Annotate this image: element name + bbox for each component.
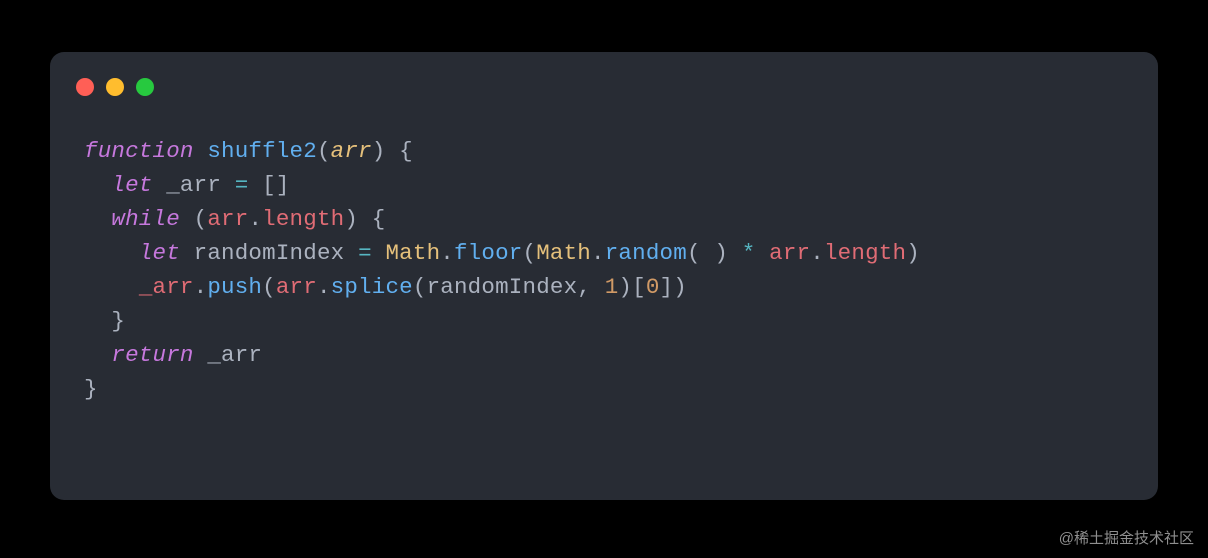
window-maximize-icon[interactable]	[136, 78, 154, 96]
keyword-while: while	[111, 206, 180, 232]
var-randomIndex: randomIndex	[427, 274, 578, 300]
window-traffic-lights	[76, 78, 154, 96]
call-splice: splice	[331, 274, 413, 300]
keyword-function: function	[84, 138, 194, 164]
keyword-let: let	[111, 172, 152, 198]
watermark-text: @稀土掘金技术社区	[1059, 527, 1194, 548]
code-content: function shuffle2(arr) { let _arr = [] w…	[84, 134, 1132, 406]
keyword-let: let	[139, 240, 180, 266]
call-push: push	[207, 274, 262, 300]
prop-length: length	[262, 206, 344, 232]
var-arr: arr	[276, 274, 317, 300]
function-name: shuffle2	[207, 138, 317, 164]
var-randomIndex: randomIndex	[194, 240, 345, 266]
var-_arr: _arr	[207, 342, 262, 368]
var-arr: arr	[207, 206, 248, 232]
class-Math: Math	[536, 240, 591, 266]
call-floor: floor	[454, 240, 523, 266]
prop-length: length	[824, 240, 906, 266]
window-close-icon[interactable]	[76, 78, 94, 96]
number-0: 0	[646, 274, 660, 300]
keyword-return: return	[111, 342, 193, 368]
code-editor-window: function shuffle2(arr) { let _arr = [] w…	[50, 52, 1158, 500]
var-arr: arr	[769, 240, 810, 266]
param-arr: arr	[331, 138, 372, 164]
var-_arr: _arr	[166, 172, 221, 198]
window-minimize-icon[interactable]	[106, 78, 124, 96]
call-random: random	[605, 240, 687, 266]
class-Math: Math	[385, 240, 440, 266]
number-1: 1	[605, 274, 619, 300]
var-_arr: _arr	[139, 274, 194, 300]
